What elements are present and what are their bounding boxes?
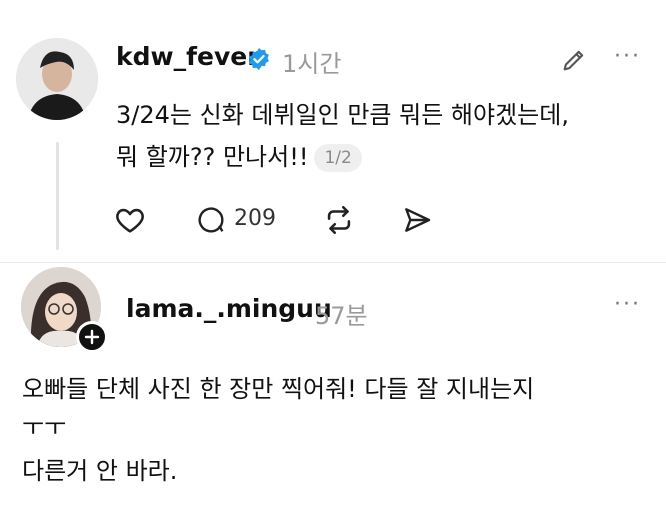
- post-username[interactable]: kdw_fever: [116, 42, 260, 71]
- post-divider: [0, 262, 666, 263]
- post-text-line-3: 다른거 안 바라.: [22, 457, 178, 485]
- post-time: 57분: [315, 302, 368, 330]
- thread-line: [56, 142, 59, 250]
- post-time: 1시간: [282, 50, 342, 78]
- repost-icon[interactable]: [320, 201, 358, 239]
- more-icon[interactable]: ···: [614, 44, 641, 69]
- edit-icon[interactable]: [558, 44, 590, 76]
- reply-count: 209: [234, 206, 276, 231]
- heart-icon[interactable]: [111, 201, 149, 239]
- follow-plus-icon[interactable]: [76, 321, 108, 353]
- avatar[interactable]: [16, 38, 98, 120]
- post-text-line-2: ㅜㅜ: [22, 413, 67, 438]
- avatar-image: [16, 38, 98, 120]
- comment-icon[interactable]: [192, 201, 230, 239]
- post-text-line-1: 오빠들 단체 사진 한 장만 찍어줘! 다들 잘 지내는지: [22, 375, 535, 403]
- share-icon[interactable]: [398, 201, 436, 239]
- post-text-line-2-text: 뭐 할까?? 만나서!!: [116, 143, 309, 171]
- post-text-line-1: 3/24는 신화 데뷔일인 만큼 뭐든 해야겠는데,: [116, 101, 569, 129]
- more-icon[interactable]: ···: [614, 292, 641, 317]
- post-username[interactable]: lama._.minguu: [126, 294, 332, 323]
- verified-badge-icon: [247, 47, 271, 71]
- post-text-line-2: 뭐 할까?? 만나서!! 1/2: [116, 136, 362, 178]
- page-indicator: 1/2: [314, 144, 362, 172]
